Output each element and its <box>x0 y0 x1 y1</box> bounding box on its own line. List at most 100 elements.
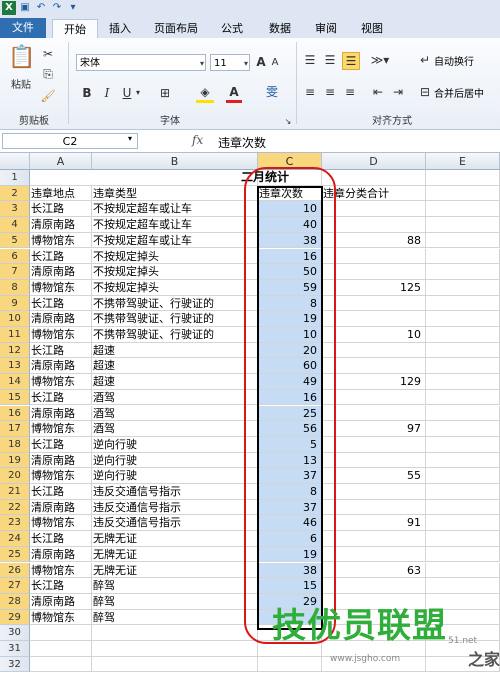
grid-cell[interactable]: 清原南路 <box>30 499 92 516</box>
fx-icon[interactable]: fx <box>192 133 203 147</box>
grid-cell[interactable]: 不按规定掉头 <box>92 279 258 296</box>
row-header[interactable]: 6 <box>0 248 30 265</box>
grid-cell[interactable] <box>322 405 426 422</box>
grid-cell[interactable]: 91 <box>322 515 426 532</box>
grid-cell[interactable] <box>426 421 500 437</box>
row-header[interactable]: 18 <box>0 436 30 453</box>
grid-cell[interactable]: 不按规定超车或让车 <box>92 217 258 233</box>
grid-cell[interactable] <box>322 436 426 453</box>
row-header[interactable]: 8 <box>0 279 30 296</box>
grid-cell[interactable]: 博物馆东 <box>30 374 92 390</box>
grid-cell[interactable]: 16 <box>258 248 322 265</box>
orientation-icon[interactable]: ≫▾ <box>370 52 390 68</box>
format-painter-icon[interactable]: 🖌 <box>40 88 56 104</box>
grid-cell[interactable] <box>322 248 426 265</box>
row-header[interactable]: 2 <box>0 185 30 202</box>
row-header[interactable]: 9 <box>0 295 30 312</box>
grid-cell[interactable]: 清原南路 <box>30 452 92 469</box>
wrap-text-button[interactable]: 自动换行 <box>434 53 474 68</box>
redo-icon[interactable]: ↷ <box>50 1 64 15</box>
row-header[interactable]: 29 <box>0 609 30 626</box>
grid-cell[interactable]: 长江路 <box>30 484 92 500</box>
row-header[interactable]: 28 <box>0 593 30 610</box>
grid-cell[interactable]: 50 <box>258 264 322 280</box>
grid-cell[interactable]: 无牌无证 <box>92 531 258 547</box>
grid-cell[interactable] <box>426 484 500 500</box>
grid-cell[interactable] <box>322 389 426 406</box>
grid-cell[interactable] <box>426 515 500 532</box>
cut-icon[interactable]: ✂ <box>40 46 56 62</box>
grid-cell[interactable]: 长江路 <box>30 295 92 312</box>
grid-cell[interactable]: 不按规定掉头 <box>92 248 258 265</box>
grid-cell[interactable]: 长江路 <box>30 578 92 594</box>
align-bottom-icon[interactable]: ☰ <box>342 52 360 70</box>
grid-cell[interactable]: 博物馆东 <box>30 421 92 437</box>
grid-cell[interactable]: 129 <box>322 374 426 390</box>
align-left-icon[interactable]: ≡ <box>302 84 318 100</box>
dropdown-icon[interactable]: ▾ <box>66 1 80 15</box>
grid-cell[interactable] <box>426 232 500 249</box>
bold-button[interactable]: B <box>80 85 94 101</box>
grid-cell[interactable]: 10 <box>322 327 426 343</box>
grid-cell[interactable] <box>30 641 92 657</box>
grid-cell[interactable]: 酒驾 <box>92 389 258 406</box>
grid-cell[interactable] <box>322 217 426 233</box>
grid-cell[interactable]: 违章次数 <box>258 185 322 202</box>
row-header[interactable]: 7 <box>0 264 30 280</box>
grid-cell[interactable]: 不按规定掉头 <box>92 264 258 280</box>
grid-cell[interactable]: 6 <box>258 531 322 547</box>
grid-cell[interactable]: 长江路 <box>30 342 92 359</box>
grid-cell[interactable]: 长江路 <box>30 389 92 406</box>
row-header[interactable]: 24 <box>0 531 30 547</box>
grid-cell[interactable] <box>322 201 426 218</box>
grid-cell[interactable]: 88 <box>322 232 426 249</box>
grid-cell[interactable]: 125 <box>322 279 426 296</box>
underline-dropdown-icon[interactable]: ▾ <box>134 85 142 101</box>
grid-cell[interactable] <box>322 531 426 547</box>
grid-cell[interactable]: 醉驾 <box>92 609 258 626</box>
grid-cell[interactable] <box>30 625 92 641</box>
grid-cell[interactable]: 15 <box>258 578 322 594</box>
grid-cell[interactable]: 酒驾 <box>92 405 258 422</box>
grid-cell[interactable] <box>426 217 500 233</box>
grid-cell[interactable] <box>322 342 426 359</box>
grid-cell[interactable]: 长江路 <box>30 248 92 265</box>
row-header[interactable]: 1 <box>0 170 30 186</box>
grid-cell[interactable] <box>322 546 426 563</box>
column-header-c[interactable]: C <box>258 153 322 170</box>
grid-cell[interactable]: 清原南路 <box>30 405 92 422</box>
grid-cell[interactable] <box>426 327 500 343</box>
row-header[interactable]: 25 <box>0 546 30 563</box>
grid-cell[interactable] <box>426 185 500 202</box>
align-middle-icon[interactable]: ☰ <box>322 52 338 68</box>
grid-cell[interactable]: 56 <box>258 421 322 437</box>
grid-cell[interactable]: 不按规定超车或让车 <box>92 232 258 249</box>
grid-cell[interactable] <box>426 562 500 579</box>
fill-color-icon[interactable]: ◈ <box>196 84 214 103</box>
row-header[interactable]: 27 <box>0 578 30 594</box>
grid-cell[interactable]: 10 <box>258 201 322 218</box>
grid-cell[interactable]: 38 <box>258 562 322 579</box>
grid-cell[interactable]: 违反交通信号指示 <box>92 484 258 500</box>
grid-cell[interactable]: 逆向行驶 <box>92 452 258 469</box>
grid-cell[interactable]: 55 <box>322 468 426 484</box>
tab-data[interactable]: 数据 <box>260 19 300 38</box>
row-header[interactable]: 16 <box>0 405 30 422</box>
grid-cell[interactable] <box>426 264 500 280</box>
grid-cell[interactable]: 超速 <box>92 374 258 390</box>
column-header-e[interactable]: E <box>426 153 500 170</box>
tab-file[interactable]: 文件 <box>0 18 46 38</box>
grid-cell[interactable]: 博物馆东 <box>30 279 92 296</box>
grid-cell[interactable] <box>322 295 426 312</box>
grid-cell[interactable]: 97 <box>322 421 426 437</box>
copy-icon[interactable]: ⎘ <box>40 66 56 82</box>
row-header[interactable]: 4 <box>0 217 30 233</box>
grid-cell[interactable]: 5 <box>258 436 322 453</box>
align-center-icon[interactable]: ≡ <box>322 84 338 100</box>
column-header-d[interactable]: D <box>322 153 426 170</box>
grid-cell[interactable]: 不携带驾驶证、行驶证的 <box>92 295 258 312</box>
grid-cell[interactable] <box>426 374 500 390</box>
grid-cell[interactable]: 16 <box>258 389 322 406</box>
undo-icon[interactable]: ↶ <box>34 1 48 15</box>
grid-cell[interactable]: 博物馆东 <box>30 562 92 579</box>
